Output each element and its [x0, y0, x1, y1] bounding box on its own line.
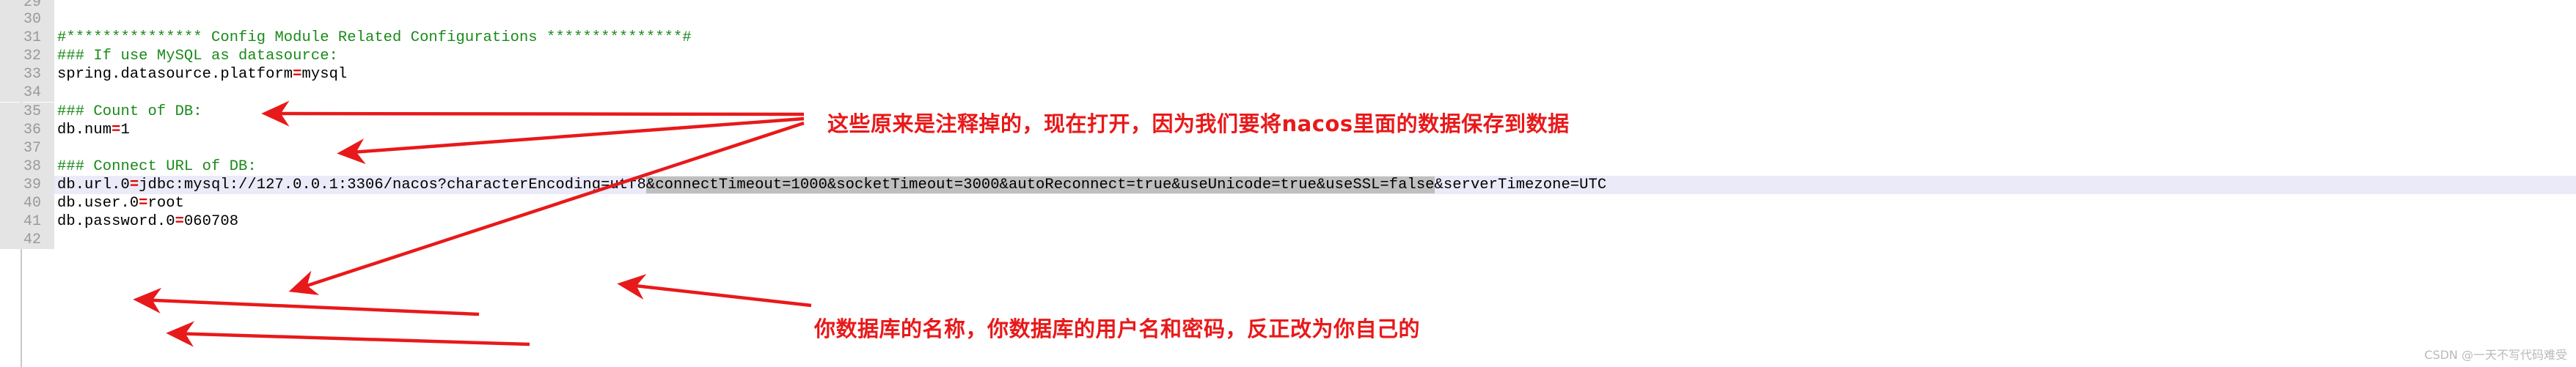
code-line[interactable]: 30	[0, 10, 2576, 29]
property-value-tail: &serverTimezone=UTC	[1434, 176, 1607, 193]
line-number: 29	[0, 0, 54, 10]
property-value: mysql	[301, 66, 348, 84]
code-line-current[interactable]: 39 db.url.0=jdbc:mysql://127.0.0.1:3306/…	[0, 175, 2576, 194]
code-line[interactable]: 29	[0, 0, 2576, 10]
line-number: 39	[0, 175, 54, 194]
line-number: 32	[0, 47, 54, 66]
watermark: CSDN @一天不写代码难受	[2424, 348, 2567, 362]
property-key: db.url.0	[57, 176, 130, 193]
line-content[interactable]: db.num=1	[57, 121, 130, 139]
line-number: 34	[0, 84, 54, 103]
assign-operator: =	[129, 176, 139, 193]
code-line[interactable]: 32 ### If use MySQL as datasource:	[0, 47, 2576, 66]
assign-operator: =	[111, 121, 121, 138]
property-key: db.num	[57, 121, 112, 138]
property-key: spring.datasource.platform	[57, 66, 293, 84]
line-number: 42	[0, 231, 54, 250]
code-line[interactable]: 38 ### Connect URL of DB:	[0, 157, 2576, 176]
property-value: root	[147, 195, 184, 212]
property-value-selected[interactable]: &connectTimeout=1000&socketTimeout=3000&…	[645, 176, 1435, 193]
line-content-comment[interactable]: ### If use MySQL as datasource:	[57, 47, 338, 65]
annotation-note-top: 这些原来是注释掉的，现在打开，因为我们要将nacos里面的数据保存到数据	[827, 111, 1570, 136]
line-number: 30	[0, 10, 54, 29]
assign-operator: =	[175, 213, 184, 231]
line-number: 35	[0, 102, 54, 121]
property-value: 060708	[183, 213, 239, 231]
line-content-comment[interactable]: ### Count of DB:	[57, 103, 202, 121]
line-number: 40	[0, 194, 54, 213]
assign-operator: =	[139, 195, 148, 212]
code-line[interactable]: 40 db.user.0=root	[0, 194, 2576, 213]
code-line[interactable]: 37	[0, 138, 2576, 157]
property-key: db.password.0	[57, 213, 175, 231]
line-number: 37	[0, 138, 54, 157]
code-line[interactable]: 41 db.password.0=060708	[0, 212, 2576, 231]
line-content-comment[interactable]: ### Connect URL of DB:	[57, 157, 257, 176]
line-number: 31	[0, 29, 54, 48]
line-content[interactable]: db.password.0=060708	[57, 212, 238, 231]
code-line[interactable]: 34	[0, 84, 2576, 103]
line-content[interactable]: db.url.0=jdbc:mysql://127.0.0.1:3306/nac…	[57, 176, 1606, 194]
property-key: db.user.0	[57, 195, 139, 212]
code-line[interactable]: 42	[0, 231, 2576, 250]
code-line[interactable]: 31 #*************** Config Module Relate…	[0, 29, 2576, 48]
assign-operator: =	[293, 66, 302, 84]
line-number: 36	[0, 120, 54, 139]
line-number: 41	[0, 212, 54, 231]
line-number: 33	[0, 65, 54, 84]
annotation-note-bottom: 你数据库的名称，你数据库的用户名和密码，反正改为你自己的	[814, 316, 1421, 341]
property-value: 1	[120, 121, 130, 138]
line-content[interactable]: spring.datasource.platform=mysql	[57, 65, 347, 84]
code-line[interactable]: 33 spring.datasource.platform=mysql	[0, 65, 2576, 84]
line-number: 38	[0, 157, 54, 176]
line-content[interactable]: db.user.0=root	[57, 194, 184, 212]
line-content-comment[interactable]: #*************** Config Module Related C…	[57, 29, 692, 47]
property-value-head: jdbc:mysql://127.0.0.1:3306/nacos?charac…	[139, 176, 646, 193]
